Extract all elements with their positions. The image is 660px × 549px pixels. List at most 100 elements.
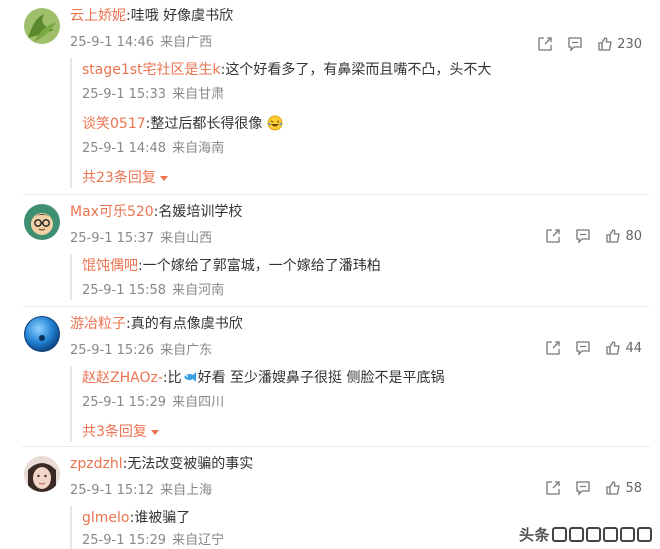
share-button[interactable] [537, 36, 553, 52]
reply-meta: 25-9-1 15:33 来自甘肃 [82, 86, 570, 104]
reply-list: 赵赵ZHAOz-:比 好看 至少潘嫂鼻子很挺 侧脸不是平底锅 25-9-1 15:… [70, 366, 570, 442]
watermark-box-icon [552, 527, 567, 542]
username-link[interactable]: 馄饨偶吧 [82, 258, 138, 274]
share-icon [546, 341, 561, 355]
comment-text: 真的有点像虞书欣 [130, 316, 243, 332]
divider [22, 446, 650, 447]
reply-date: 25-9-1 14:48 [82, 141, 167, 156]
more-replies-label: 共3条回复 [82, 424, 147, 440]
like-count: 44 [625, 340, 642, 356]
comment-date: 25-9-1 15:26 [70, 343, 155, 358]
reply-meta: 25-9-1 15:58 来自河南 [82, 282, 570, 300]
like-button[interactable]: 80 [605, 228, 642, 244]
reply-text: 这个好看多了，有鼻梁而且嘴不凸，头不大 [225, 62, 492, 78]
username-link[interactable]: 云上娇妮 [70, 8, 126, 24]
reply-location: 来自甘肃 [172, 87, 225, 102]
username-link[interactable]: Max可乐520 [70, 204, 154, 220]
watermark-box-icon [603, 527, 618, 542]
comment-actions: 44 [531, 338, 642, 358]
comment-date: 25-9-1 14:46 [70, 35, 155, 50]
reply-item: 赵赵ZHAOz-:比 好看 至少潘嫂鼻子很挺 侧脸不是平底锅 25-9-1 15:… [82, 368, 570, 412]
photo-face-avatar-icon [24, 456, 60, 492]
avatar[interactable] [24, 456, 60, 492]
username-link[interactable]: stage1st宅社区是生k [82, 62, 221, 78]
more-replies-link[interactable]: 共23条回复 [82, 168, 570, 188]
laughing-emoji-icon [267, 115, 283, 131]
comment-text: 名媛培训学校 [158, 204, 243, 220]
blue-sphere-avatar-icon [24, 316, 60, 352]
comment-location: 来自山西 [160, 231, 213, 246]
thumbs-up-icon [606, 481, 621, 495]
reply-text: 整过后都长得很像 [150, 116, 263, 132]
username-link[interactable]: 赵赵ZHAOz- [82, 370, 163, 386]
comment-icon [568, 37, 582, 52]
reply-location: 来自四川 [172, 395, 225, 410]
share-icon [546, 229, 561, 243]
reply-date: 25-9-1 15:33 [82, 87, 167, 102]
comment-text: 无法改变被骗的事实 [127, 456, 254, 472]
reply-list: 馄饨偶吧:一个嫁给了郭富城，一个嫁给了潘玮柏 25-9-1 15:58 来自河南 [70, 254, 570, 300]
comment-location: 来自上海 [160, 483, 213, 498]
share-icon [538, 37, 552, 51]
thumbs-up-icon [598, 37, 612, 51]
username-link[interactable]: 谈笑0517 [82, 116, 146, 132]
thumbs-up-icon [606, 341, 621, 355]
avatar[interactable] [24, 204, 60, 240]
avatar[interactable] [24, 316, 60, 352]
reply-meta: 25-9-1 15:29 来自辽宁 [82, 532, 570, 549]
watermark-label: 头条 [518, 526, 550, 544]
watermark-box-icon [569, 527, 584, 542]
reply-item: glmelo:谁被骗了 25-9-1 15:29 来自辽宁 [82, 508, 570, 549]
reply-text: 好看 至少潘嫂鼻子很挺 侧脸不是平底锅 [197, 370, 445, 386]
reply-location: 来自海南 [172, 141, 225, 156]
more-replies-link[interactable]: 共3条回复 [82, 422, 570, 442]
reply-button[interactable] [575, 228, 591, 244]
reply-date: 25-9-1 15:29 [82, 533, 167, 548]
comment-location: 来自广东 [160, 343, 213, 358]
reply-date: 25-9-1 15:58 [82, 283, 167, 298]
avatar[interactable] [24, 8, 60, 44]
thumbs-up-icon [606, 229, 621, 243]
watermark-box-icon [586, 527, 601, 542]
like-count: 58 [625, 480, 642, 496]
reply-meta: 25-9-1 14:48 来自海南 [82, 140, 570, 158]
comment-icon [576, 229, 591, 244]
comment-location: 来自广西 [160, 35, 213, 50]
watermark-box-icon [637, 527, 652, 542]
reply-text-prefix: 比 [167, 370, 182, 386]
reply-location: 来自河南 [172, 283, 225, 298]
divider [22, 306, 650, 307]
share-icon [546, 481, 561, 495]
username-link[interactable]: 游冶粒子 [70, 316, 126, 332]
reply-meta: 25-9-1 15:29 来自四川 [82, 394, 570, 412]
like-button[interactable]: 58 [605, 480, 642, 496]
reply-list: stage1st宅社区是生k:这个好看多了，有鼻梁而且嘴不凸，头不大 25-9-… [70, 58, 570, 188]
like-button[interactable]: 230 [597, 36, 642, 52]
comment-date: 25-9-1 15:12 [70, 483, 155, 498]
comment-actions: 58 [531, 478, 642, 498]
share-button[interactable] [545, 480, 561, 496]
reply-location: 来自辽宁 [172, 533, 225, 548]
like-button[interactable]: 44 [605, 340, 642, 356]
reply-button[interactable] [575, 340, 591, 356]
share-button[interactable] [545, 340, 561, 356]
reply-item: 谈笑0517:整过后都长得很像 25-9-1 14:48 来自海南 [82, 114, 570, 158]
share-button[interactable] [545, 228, 561, 244]
comment-text: 哇哦 好像虞书欣 [130, 8, 234, 24]
username-link[interactable]: glmelo [82, 510, 129, 526]
watermark-box-icon [620, 527, 635, 542]
comment-actions: 80 [531, 226, 642, 246]
comment-icon [576, 481, 591, 496]
reply-item: stage1st宅社区是生k:这个好看多了，有鼻梁而且嘴不凸，头不大 25-9-… [82, 60, 570, 104]
reply-item: 馄饨偶吧:一个嫁给了郭富城，一个嫁给了潘玮柏 25-9-1 15:58 来自河南 [82, 256, 570, 300]
watermark: 头条 [519, 524, 652, 545]
reply-button[interactable] [567, 36, 583, 52]
cartoon-glasses-avatar-icon [24, 204, 60, 240]
reply-button[interactable] [575, 480, 591, 496]
username-link[interactable]: zpzdzhl [70, 456, 123, 472]
divider [22, 194, 650, 195]
like-count: 80 [625, 228, 642, 244]
comment-icon [576, 341, 591, 356]
reply-text: 一个嫁给了郭富城，一个嫁给了潘玮柏 [142, 258, 381, 274]
like-count: 230 [617, 36, 642, 52]
